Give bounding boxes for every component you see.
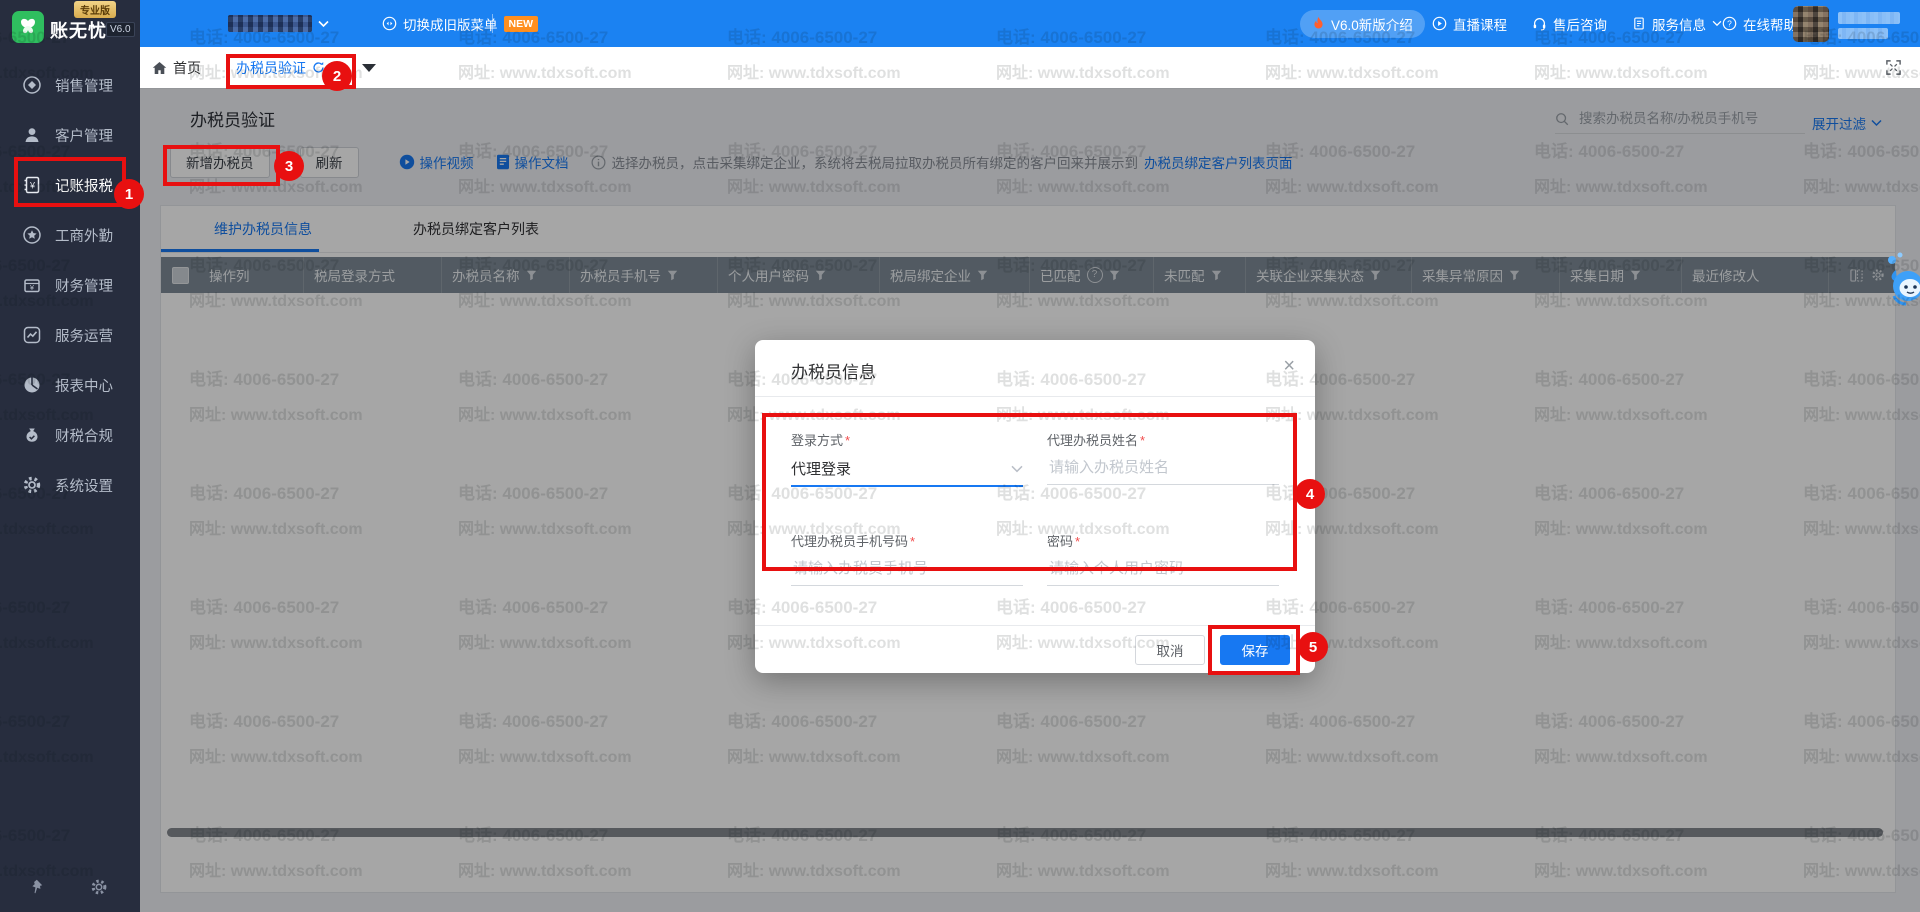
tab-home[interactable]: 首页	[152, 47, 201, 88]
v6-intro-link[interactable]: V6.0新版介绍	[1300, 0, 1425, 47]
sidebar-item-label: 客户管理	[55, 125, 113, 146]
sidebar-item-label: 工商外勤	[55, 225, 113, 246]
star-circle-icon	[22, 225, 42, 245]
annotation-box-step1	[14, 157, 126, 207]
fullscreen-icon[interactable]	[1885, 59, 1902, 76]
tab-list-dropdown-caret[interactable]	[362, 64, 376, 72]
sidebar-item-business-field[interactable]: 工商外勤	[0, 210, 140, 260]
play-circle-icon	[1432, 16, 1447, 31]
brand-name: 账无忧	[50, 17, 107, 43]
topbar: 切换成旧版菜单 NEW V6.0新版介绍 直播课程 售后咨询 服务信息 ? 在线…	[140, 0, 1920, 47]
sidebar-item-label: 报表中心	[55, 375, 113, 396]
sidebar-item-service-ops[interactable]: 服务运营	[0, 310, 140, 360]
app-window: 账无忧 V6.0 专业版 销售管理 客户管理 ¥ 记账报税 工商外勤 ¥	[0, 0, 1920, 912]
page-tabbar: 首页 办税员验证	[140, 47, 1920, 89]
headset-icon	[1532, 16, 1547, 31]
sidebar-item-label: 财务管理	[55, 275, 113, 296]
sidebar-item-label: 服务运营	[55, 325, 113, 346]
edition-badge: 专业版	[74, 1, 116, 18]
sidebar-item-label: 销售管理	[55, 75, 113, 96]
annotation-step-number: 5	[1298, 632, 1328, 662]
brand-version-badge: V6.0	[106, 22, 135, 37]
annotation-step-number: 1	[114, 179, 144, 209]
sidebar-item-label: 系统设置	[55, 475, 113, 496]
live-course-link[interactable]: 直播课程	[1432, 0, 1507, 47]
money-bag-icon	[22, 425, 42, 445]
service-info-label: 服务信息	[1652, 14, 1706, 34]
sidebar-item-customers[interactable]: 客户管理	[0, 110, 140, 160]
username-redacted-line2	[1838, 28, 1888, 39]
pie-chart-icon	[22, 375, 42, 395]
new-badge: NEW	[504, 16, 539, 32]
annotation-step-number: 4	[1295, 479, 1325, 509]
dialog-title: 办税员信息	[791, 358, 876, 383]
annotation-box-step4	[762, 413, 1297, 571]
app-logo: 账无忧 V6.0 专业版	[0, 0, 140, 56]
v6-intro-label: V6.0新版介绍	[1331, 14, 1413, 34]
chevron-down-icon	[318, 20, 329, 28]
after-sales-label: 售后咨询	[1553, 14, 1607, 34]
flame-icon	[1312, 16, 1325, 31]
tab-home-label: 首页	[173, 58, 201, 78]
gear-icon	[22, 475, 42, 495]
switch-icon	[382, 16, 397, 31]
home-icon	[152, 61, 167, 75]
sidebar-item-tax-compliance[interactable]: 财税合规	[0, 410, 140, 460]
sidebar-item-sales[interactable]: 销售管理	[0, 60, 140, 110]
close-icon[interactable]: ×	[1283, 356, 1295, 376]
after-sales-link[interactable]: 售后咨询	[1532, 0, 1607, 47]
sidebar-nav: 销售管理 客户管理 ¥ 记账报税 工商外勤 ¥ 财务管理 服务运营	[0, 60, 140, 510]
switch-old-menu[interactable]: 切换成旧版菜单 NEW	[382, 0, 538, 47]
online-help-label: 在线帮助	[1743, 14, 1797, 34]
brand-butterfly-icon	[12, 11, 44, 43]
cancel-button[interactable]: 取消	[1135, 635, 1205, 665]
sidebar: 账无忧 V6.0 专业版 销售管理 客户管理 ¥ 记账报税 工商外勤 ¥	[0, 0, 140, 912]
dialog-header: 办税员信息 ×	[755, 340, 1315, 397]
diamond-circle-icon	[22, 75, 42, 95]
svg-text:¥: ¥	[30, 283, 35, 292]
sidebar-item-report-center[interactable]: 报表中心	[0, 360, 140, 410]
company-selector[interactable]	[228, 0, 329, 47]
sidebar-item-label: 财税合规	[55, 425, 113, 446]
pin-icon[interactable]	[26, 878, 44, 896]
assistant-mascot[interactable]	[1886, 252, 1920, 312]
annotation-box-step3	[163, 145, 280, 186]
chevron-down-icon	[1712, 20, 1722, 27]
user-avatar[interactable]	[1793, 6, 1829, 42]
svg-text:?: ?	[1727, 18, 1732, 28]
sidebar-item-finance[interactable]: ¥ 财务管理	[0, 260, 140, 310]
cashbox-yen-icon: ¥	[22, 275, 42, 295]
sidebar-item-system-settings[interactable]: 系统设置	[0, 460, 140, 510]
live-course-label: 直播课程	[1453, 14, 1507, 34]
question-circle-icon: ?	[1722, 16, 1737, 31]
sidebar-settings-gear-icon[interactable]	[90, 878, 108, 896]
username-redacted-line1	[1838, 12, 1900, 24]
document-icon	[1632, 16, 1646, 31]
annotation-step-number: 3	[274, 151, 304, 181]
company-name-redacted	[228, 15, 312, 32]
trend-chart-icon	[22, 325, 42, 345]
user-icon	[22, 125, 42, 145]
annotation-step-number: 2	[322, 61, 352, 91]
service-info-menu[interactable]: 服务信息	[1632, 0, 1722, 47]
switch-old-menu-label: 切换成旧版菜单	[403, 14, 498, 34]
annotation-box-step5	[1208, 625, 1300, 675]
